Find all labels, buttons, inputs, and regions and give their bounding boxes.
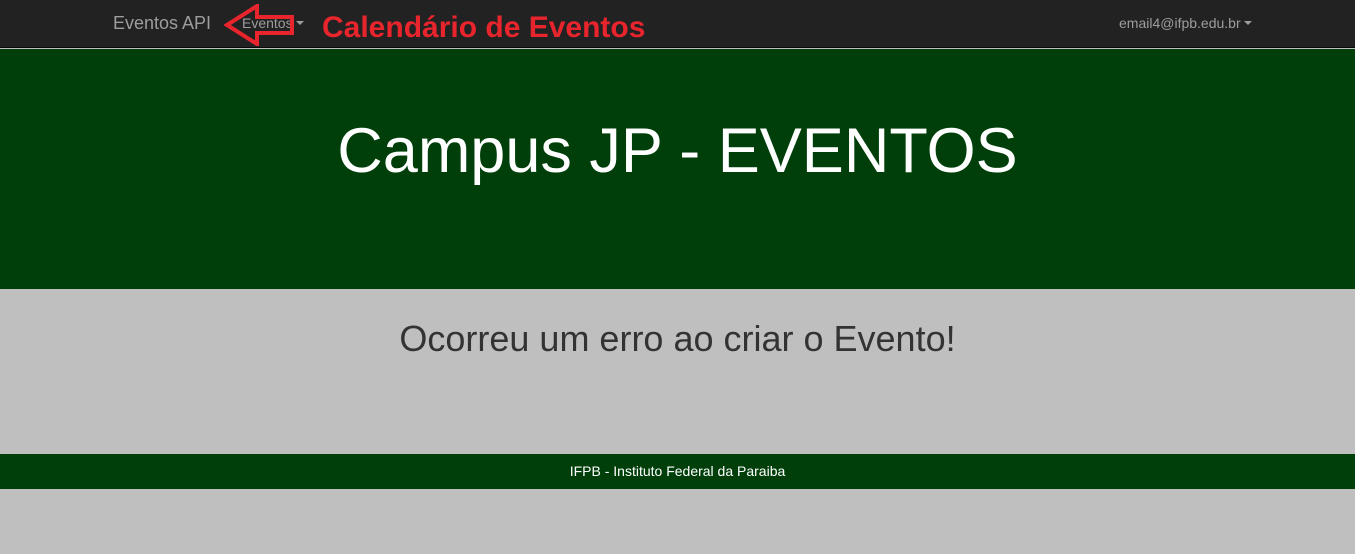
footer-text: IFPB - Instituto Federal da Paraiba <box>569 463 786 479</box>
user-email-label: email4@ifpb.edu.br <box>1119 15 1241 31</box>
hero-banner: Campus JP - EVENTOS <box>0 49 1355 289</box>
annotation-label: Calendário de Eventos <box>322 11 646 44</box>
caret-down-icon <box>295 21 304 25</box>
user-dropdown[interactable]: email4@ifpb.edu.br <box>1119 15 1252 31</box>
caret-down-icon <box>1243 21 1252 25</box>
main-content: Ocorreu um erro ao criar o Evento! <box>0 289 1355 454</box>
arrow-left-icon <box>224 4 294 46</box>
top-navbar: Eventos API Eventos Calendário de Evento… <box>0 0 1355 48</box>
footer: IFPB - Instituto Federal da Paraiba <box>0 454 1355 489</box>
navbar-brand[interactable]: Eventos API <box>113 13 211 34</box>
error-message: Ocorreu um erro ao criar o Evento! <box>399 318 956 359</box>
page-title: Campus JP - EVENTOS <box>337 116 1018 186</box>
